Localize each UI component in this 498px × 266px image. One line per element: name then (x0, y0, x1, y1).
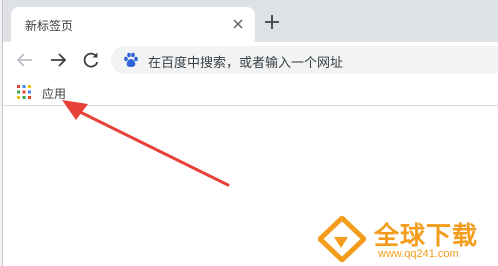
tab-new-tab[interactable]: 新标签页 (11, 7, 255, 42)
address-bar[interactable]: 在百度中搜索，或者输入一个网址 (111, 46, 498, 74)
reload-icon[interactable] (81, 50, 101, 70)
tab-title: 新标签页 (25, 19, 74, 33)
address-bar-placeholder: 在百度中搜索，或者输入一个网址 (148, 56, 344, 71)
navigation-toolbar: 在百度中搜索，或者输入一个网址 (3, 42, 498, 78)
baidu-paw-icon (124, 52, 138, 67)
watermark-url: www.qq241.com (378, 248, 459, 260)
apps-grid-icon (17, 85, 31, 99)
forward-arrow-icon[interactable] (48, 50, 68, 70)
watermark-title: 全球下载 (374, 221, 479, 250)
close-icon[interactable] (230, 16, 246, 32)
tab-strip: 新标签页 (3, 0, 498, 42)
back-arrow-icon[interactable] (15, 50, 35, 70)
bookmark-apps-label: 应用 (42, 87, 67, 101)
new-tab-plus-icon[interactable] (263, 13, 281, 31)
bookmarks-bar: 应用 (3, 78, 498, 106)
watermark: 全球下载 www.qq241.com (318, 214, 496, 266)
qq241-logo-icon (318, 216, 366, 262)
